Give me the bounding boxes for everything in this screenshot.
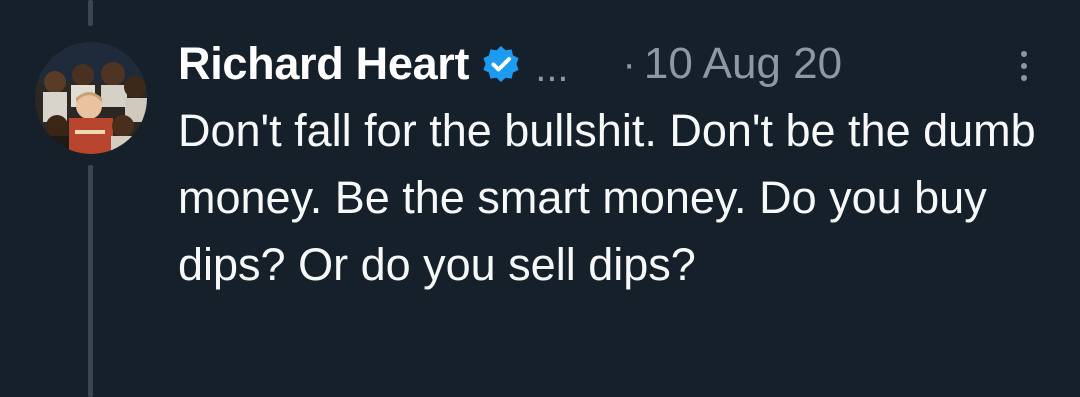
separator-dot: · — [622, 41, 636, 86]
more-dot — [1021, 51, 1027, 57]
tweet-timestamp[interactable]: 10 Aug 20 — [644, 39, 842, 89]
more-dot — [1021, 63, 1027, 69]
author-display-name[interactable]: Richard Heart — [178, 38, 470, 90]
thread-connector-line-bottom — [88, 165, 93, 397]
more-options-icon[interactable] — [1012, 44, 1036, 88]
tweet-text: Don't fall for the bullshit. Don't be th… — [178, 105, 1036, 290]
more-dot — [1021, 75, 1027, 81]
avatar-photo — [35, 42, 147, 154]
handle-truncated[interactable]: ... — [535, 46, 568, 91]
thread-connector-line-top — [88, 0, 93, 26]
avatar[interactable] — [35, 42, 147, 154]
verified-check-icon — [483, 46, 519, 82]
tweet-header: Richard Heart ... · 10 Aug 20 — [178, 34, 842, 94]
